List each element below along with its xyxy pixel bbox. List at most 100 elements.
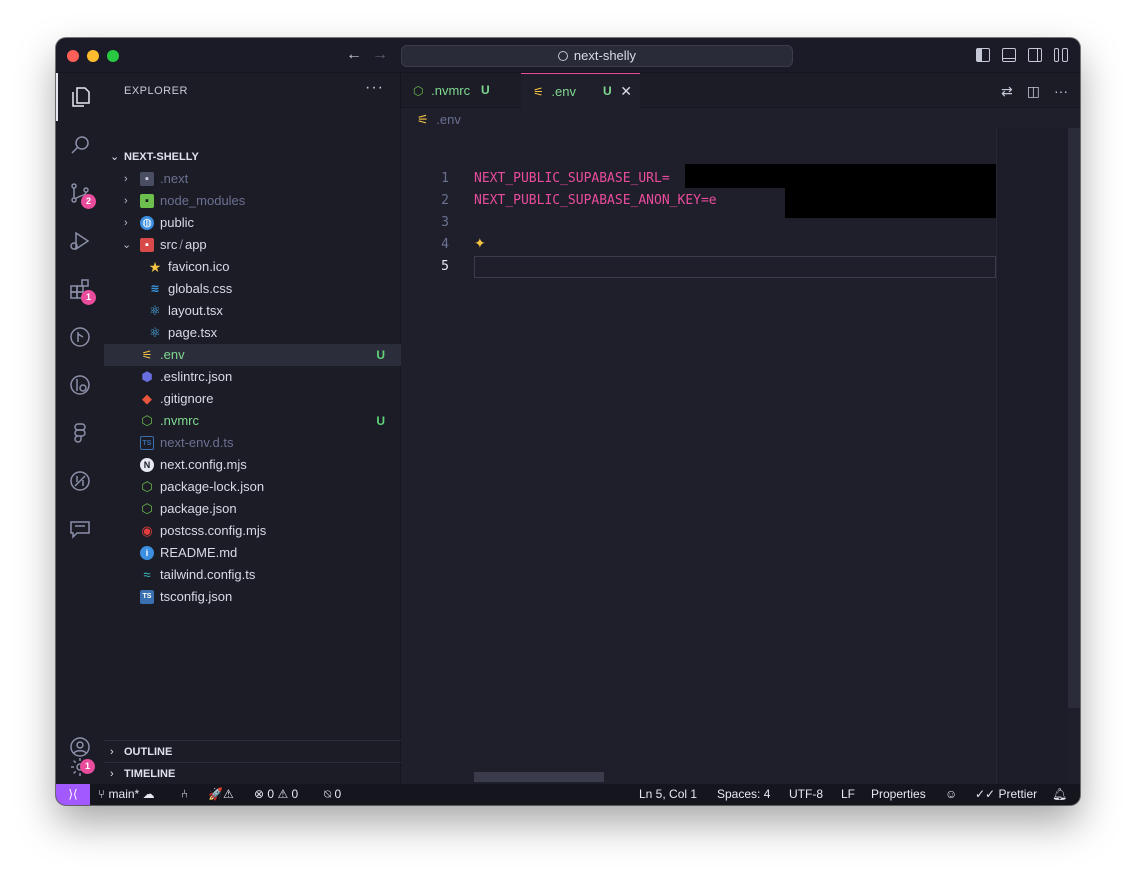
tab-nvmrc[interactable]: ⬡ .nvmrc U <box>401 73 521 108</box>
maximize-window-button[interactable] <box>107 50 119 62</box>
tree-item-page-tsx[interactable]: ⚛ page.tsx <box>104 322 401 344</box>
tree-item-public-folder[interactable]: › ◍ public <box>104 212 401 234</box>
formatter-name: Prettier <box>998 787 1038 801</box>
node-icon: ⬡ <box>141 501 153 516</box>
git-graph-icon[interactable] <box>56 313 104 361</box>
command-center[interactable]: next-shelly <box>401 45 793 67</box>
tree-item-nvmrc[interactable]: ⬡ .nvmrc U <box>104 410 401 432</box>
extensions-icon[interactable]: 1 <box>56 265 104 313</box>
tree-item-label: tsconfig.json <box>160 589 233 604</box>
open-changes-icon[interactable]: ⇄ <box>1001 83 1013 100</box>
gitlens-icon[interactable] <box>56 457 104 505</box>
env-icon: ⚟ <box>417 112 429 127</box>
source-control-icon[interactable]: 2 <box>56 169 104 217</box>
vertical-scrollbar[interactable] <box>1068 128 1080 708</box>
more-actions-icon[interactable]: ··· <box>1054 83 1068 100</box>
tree-item-label: .eslintrc.json <box>160 369 233 384</box>
git-icon: ◆ <box>142 391 152 406</box>
postcss-icon: ◉ <box>141 523 153 538</box>
tree-item-favicon[interactable]: ★ favicon.ico <box>104 256 401 278</box>
editor-tab-bar: ⬡ .nvmrc U ⚟ .env U ✕ ⇄ ◫ ··· <box>401 73 1080 108</box>
tree-item-eslintrc[interactable]: ⬢ .eslintrc.json <box>104 366 401 388</box>
minimize-window-button[interactable] <box>87 50 99 62</box>
settings-gear-icon[interactable] <box>56 757 104 784</box>
problems-indicator[interactable]: ⊗ 0 ⚠ 0 <box>254 784 298 805</box>
chevron-down-icon: ⌄ <box>110 151 120 163</box>
tree-item-label: node_modules <box>160 193 246 208</box>
tree-item-label: tailwind.config.ts <box>160 567 256 582</box>
tree-item-gitignore[interactable]: ◆ .gitignore <box>104 388 401 410</box>
tree-item-src-app-folder[interactable]: ⌄ ▪ src / app <box>104 234 401 256</box>
tree-item-label: layout.tsx <box>168 303 223 318</box>
close-window-button[interactable] <box>67 50 79 62</box>
git-graph-status-icon[interactable]: ⑃ <box>181 784 188 805</box>
horizontal-scrollbar[interactable] <box>474 772 604 782</box>
tree-item-package-json[interactable]: ⬡ package.json <box>104 498 401 520</box>
tree-item-label: next-env.d.ts <box>160 435 234 450</box>
info-icon: i <box>140 546 154 560</box>
folder-src-icon: ▪ <box>140 238 154 252</box>
notifications-bell-icon[interactable]: 🔔︎ <box>1052 784 1067 805</box>
prettier-indicator[interactable]: ✓✓ Prettier <box>975 784 1037 805</box>
run-debug-icon[interactable] <box>56 217 104 265</box>
tree-item-next-env[interactable]: TS next-env.d.ts <box>104 432 401 454</box>
indentation[interactable]: Spaces: 4 <box>717 784 770 805</box>
minimap[interactable] <box>996 128 1068 784</box>
customize-layout-icon[interactable] <box>1054 48 1068 62</box>
tree-item-tsconfig[interactable]: TS tsconfig.json <box>104 586 401 608</box>
chevron-right-icon: › <box>124 195 128 207</box>
tree-item-label: postcss.config.mjs <box>160 523 267 538</box>
split-editor-icon[interactable]: ◫ <box>1027 83 1040 100</box>
more-actions-icon[interactable]: ··· <box>365 79 384 97</box>
code-editor[interactable]: ⚟ .env 1 2 3 4 5 NEXT_PUBLIC_SUPABASE_UR… <box>401 108 1080 784</box>
tailwind-icon: ≈ <box>143 567 151 582</box>
tree-item-next-folder[interactable]: › ▪ .next <box>104 168 401 190</box>
remote-explorer-icon[interactable] <box>56 361 104 409</box>
tree-item-postcss-config[interactable]: ◉ postcss.config.mjs <box>104 520 401 542</box>
layout-controls <box>976 48 1068 62</box>
close-icon[interactable]: ✕ <box>620 74 632 109</box>
deploy-warning-icon[interactable]: 🚀⚠ <box>208 784 234 805</box>
end-of-line[interactable]: LF <box>841 784 855 805</box>
line-number: 4 <box>441 237 449 252</box>
encoding[interactable]: UTF-8 <box>789 784 823 805</box>
tree-item-tailwind-config[interactable]: ≈ tailwind.config.ts <box>104 564 401 586</box>
timeline-section-header[interactable]: › TIMELINE <box>104 762 401 784</box>
explorer-icon[interactable] <box>56 73 104 121</box>
back-arrow-icon[interactable]: ← <box>346 46 362 64</box>
tree-item-globals-css[interactable]: ≋ globals.css <box>104 278 401 300</box>
project-section-header[interactable]: ⌄ NEXT-SHELLY <box>104 146 401 168</box>
outline-title: OUTLINE <box>124 746 173 758</box>
toggle-secondary-sidebar-icon[interactable] <box>1028 48 1042 62</box>
figma-icon[interactable] <box>56 409 104 457</box>
tree-item-label: .gitignore <box>160 391 214 406</box>
tree-item-label: package.json <box>160 501 237 516</box>
folder-node-icon: ▪ <box>140 194 154 208</box>
search-icon[interactable] <box>56 121 104 169</box>
copilot-icon[interactable]: ☺ <box>945 784 957 805</box>
remote-indicator-icon[interactable]: ⟩⟨ <box>56 784 90 805</box>
chat-icon[interactable] <box>56 505 104 553</box>
toggle-primary-sidebar-icon[interactable] <box>976 48 990 62</box>
editor-actions: ⇄ ◫ ··· <box>1001 83 1068 100</box>
tree-item-package-lock[interactable]: ⬡ package-lock.json <box>104 476 401 498</box>
toggle-panel-icon[interactable] <box>1002 48 1016 62</box>
cursor-position[interactable]: Ln 5, Col 1 <box>639 784 697 805</box>
tree-item-node-modules-folder[interactable]: › ▪ node_modules <box>104 190 401 212</box>
tree-item-layout-tsx[interactable]: ⚛ layout.tsx <box>104 300 401 322</box>
ports-indicator[interactable]: ⍉ 0 <box>324 784 341 805</box>
language-mode[interactable]: Properties <box>871 784 926 805</box>
breadcrumb[interactable]: ⚟ .env <box>417 112 461 128</box>
forward-arrow-icon[interactable]: → <box>372 46 388 64</box>
tab-label: .nvmrc <box>431 83 471 98</box>
tab-env[interactable]: ⚟ .env U ✕ <box>521 73 640 108</box>
outline-section-header[interactable]: › OUTLINE <box>104 740 401 762</box>
tree-item-next-config[interactable]: N next.config.mjs <box>104 454 401 476</box>
tree-item-readme[interactable]: i README.md <box>104 542 401 564</box>
tree-item-label: package-lock.json <box>160 479 265 494</box>
search-icon <box>557 51 568 61</box>
sparkle-icon[interactable]: ✦ <box>474 235 486 252</box>
tree-item-env[interactable]: ⚟ .env U <box>104 344 401 366</box>
env-icon: ⚟ <box>141 348 153 362</box>
branch-indicator[interactable]: ⑂ main* ☁ <box>98 784 155 805</box>
